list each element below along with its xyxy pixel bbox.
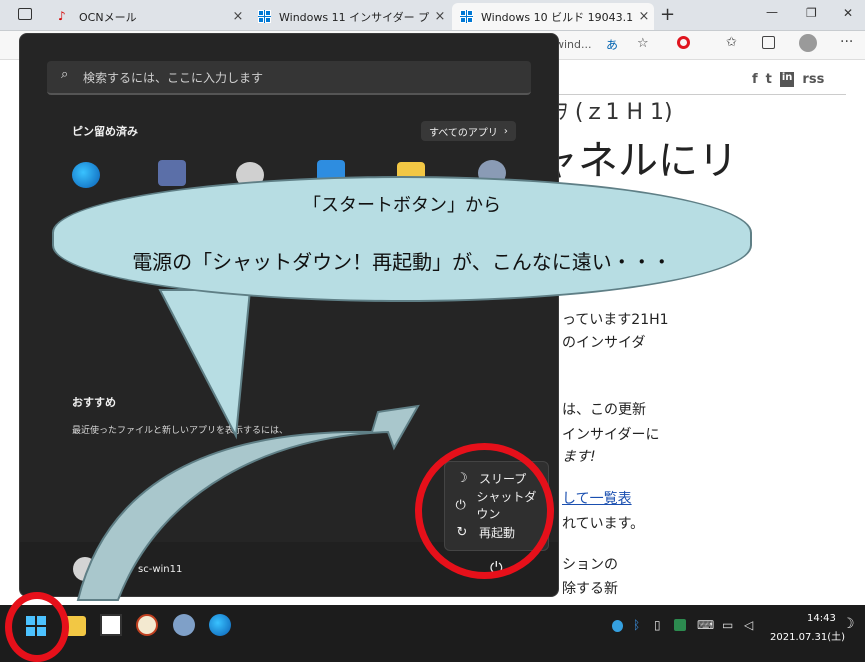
callout-line-2: 電源の「シャットダウン！再起動」が、こんなに遠い・・・ <box>132 250 672 274</box>
settings-taskbar-icon[interactable] <box>173 614 195 636</box>
network-icon[interactable]: ▭ <box>722 618 733 632</box>
clock-date[interactable]: 2021.07.31(土) <box>770 628 845 643</box>
clock-time[interactable]: 14:43 <box>807 613 836 624</box>
tray-app-icon[interactable] <box>612 620 623 632</box>
curved-arrow <box>76 404 420 601</box>
usb-icon[interactable]: ▯ <box>654 618 661 632</box>
bluetooth-icon[interactable]: ᛒ <box>633 618 640 632</box>
callout-bubble: 「スタートボタン」から 電源の「シャットダウン！再起動」が、こんなに遠い・・・ <box>52 176 752 302</box>
highlight-circle-power-menu <box>415 443 554 579</box>
security-icon[interactable] <box>674 619 686 631</box>
clock-taskbar-icon[interactable] <box>136 614 158 636</box>
notification-icon[interactable]: ☽ <box>842 616 855 632</box>
keyboard-icon[interactable]: ⌨ <box>697 618 714 632</box>
highlight-circle-start-button <box>5 592 69 662</box>
volume-icon[interactable]: ◁ <box>744 618 753 632</box>
annotation-overlay <box>76 289 420 601</box>
callout-line-1: 「スタートボタン」から <box>303 195 501 216</box>
taskbar <box>0 605 865 662</box>
callout-pointer <box>158 289 252 440</box>
app-taskbar-icon[interactable] <box>100 614 122 636</box>
edge-taskbar-icon[interactable] <box>209 614 231 636</box>
